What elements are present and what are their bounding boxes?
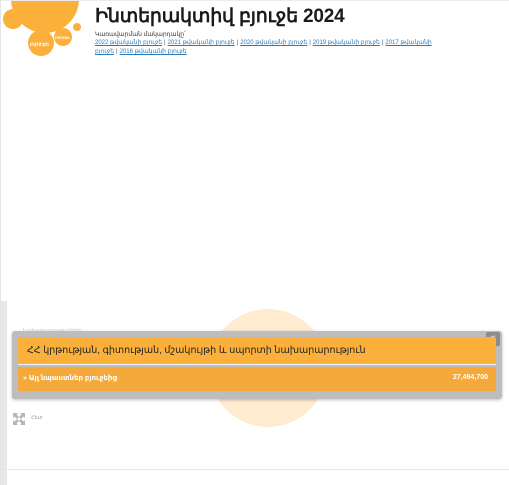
logo-circle-tiny xyxy=(73,23,81,31)
logo-text-1: ԲՅՈՒՋԵ xyxy=(30,42,50,47)
popup-header: ՀՀ կրթության, գիտության, մշակույթի և սպո… xyxy=(18,337,496,365)
popup-row-value: 27,464,700 xyxy=(452,374,488,381)
year-link-2019[interactable]: 2019 թվականի բյուջե xyxy=(313,40,380,46)
popup-row[interactable]: » Այլ նպաստներ բյուջեից 27,464,700 xyxy=(18,367,496,391)
year-links: 2022 թվականի բյուջե | 2021 թվականի բյուջե |… xyxy=(95,39,455,57)
popup-title: ՀՀ կրթության, գիտության, մշակույթի և սպո… xyxy=(27,345,366,356)
info-popup: × ՀՀ կրթության, գիտության, մշակույթի և ս… xyxy=(12,331,502,399)
popup-row-label: » Այլ նպաստներ բյուջեից xyxy=(23,375,117,382)
year-link-2016[interactable]: 2016 թվականի բյուջե xyxy=(120,49,187,55)
logo-text-2: ԲՅՈՒՋԵ xyxy=(55,35,70,40)
year-link-2020[interactable]: 2020 թվականի բյուջե xyxy=(240,40,307,46)
logo: ԲՅՈՒՋԵ ԲՅՈՒՋԵ xyxy=(1,1,91,63)
left-band xyxy=(1,301,7,485)
page: ԲՅՈՒՋԵ ԲՅՈՒՋԵ Ինտերակտիվ բյուջե 2024 Կառ… xyxy=(0,0,509,485)
logo-circle-left xyxy=(3,9,23,29)
back-label: Հետ xyxy=(31,415,43,421)
year-link-2022[interactable]: 2022 թվականի բյուջե xyxy=(95,40,162,46)
page-title: Ինտերակտիվ բյուջե 2024 xyxy=(95,6,345,27)
page-subtitle: Կառավարման մակարդակը՝ xyxy=(95,32,186,38)
year-link-2021[interactable]: 2021 թվականի բյուջե xyxy=(168,40,235,46)
back-button[interactable]: Հետ xyxy=(11,411,51,427)
bottom-divider xyxy=(1,469,509,470)
collapse-arrows-icon xyxy=(13,413,25,425)
